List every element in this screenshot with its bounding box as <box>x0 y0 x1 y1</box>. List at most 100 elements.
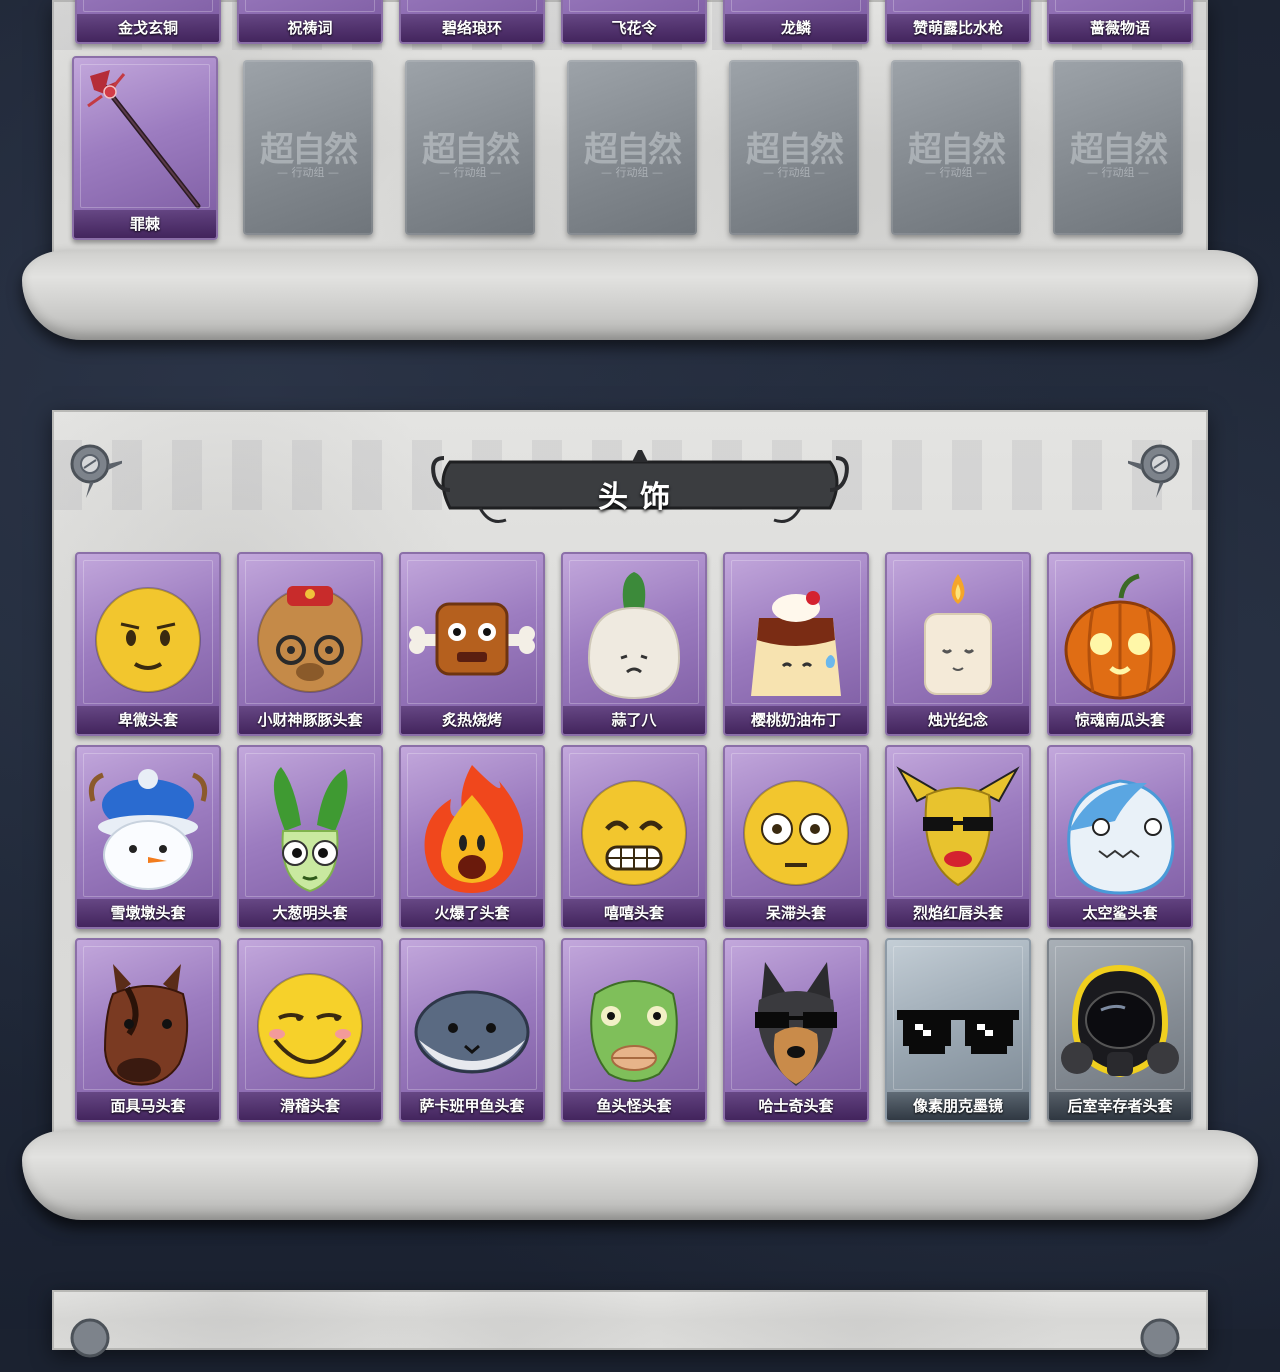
item-label: 金戈玄铜 <box>77 14 219 42</box>
head-item-card[interactable]: 滑稽头套 <box>237 938 383 1122</box>
head-item-card[interactable]: 后室幸存者头套 <box>1047 938 1193 1122</box>
head-item-card[interactable]: 小财神豚豚头套 <box>237 552 383 736</box>
next-corner-ornament-icon <box>70 1318 110 1358</box>
placeholder-sub: — 行动组 — <box>277 166 339 179</box>
item-label: 鱼头怪头套 <box>563 1092 705 1120</box>
sad-smiley-head-icon <box>83 568 213 712</box>
item-label: 蒜了八 <box>563 706 705 734</box>
spear-icon <box>87 70 201 209</box>
item-label: 像素朋克墨镜 <box>887 1092 1029 1120</box>
pumpkin-head-icon <box>1055 568 1185 712</box>
section-title-banner: 头饰 <box>430 446 850 530</box>
placeholder-sub: — 行动组 — <box>763 166 825 179</box>
item-label: 赞萌露比水枪 <box>887 14 1029 42</box>
item-label: 太空鲨头套 <box>1049 899 1191 927</box>
item-label: 卑微头套 <box>77 706 219 734</box>
item-card-top-6[interactable]: 蔷薇物语 <box>1047 0 1193 44</box>
shark-head-icon <box>1055 761 1185 905</box>
husky-head-icon <box>731 954 861 1098</box>
item-label: 哈士奇头套 <box>725 1092 867 1120</box>
right-corner-ornament-icon <box>1128 444 1180 498</box>
item-card-top-5[interactable]: 赞萌露比水枪 <box>885 0 1031 44</box>
yellow-mask-head-icon <box>893 761 1023 905</box>
placeholder-sub: — 行动组 — <box>1087 166 1149 179</box>
green-fishman-head-icon <box>569 954 699 1098</box>
placeholder-sub: — 行动组 — <box>439 166 501 179</box>
item-label: 罪棘 <box>74 210 216 238</box>
head-item-card[interactable]: 烈焰红唇头套 <box>885 745 1031 929</box>
item-card-top-2[interactable]: 碧络琅环 <box>399 0 545 44</box>
head-item-card[interactable]: 大葱明头套 <box>237 745 383 929</box>
meat-bone-head-icon <box>407 568 537 712</box>
next-corner-ornament-right-icon <box>1140 1318 1180 1358</box>
item-label: 烛光纪念 <box>887 706 1029 734</box>
head-item-card[interactable]: 蒜了八 <box>561 552 707 736</box>
gas-mask-helmet-icon <box>1055 954 1185 1098</box>
pudding-head-icon <box>731 568 861 712</box>
capybara-head-icon <box>245 568 375 712</box>
garlic-head-icon <box>569 568 699 712</box>
item-label: 面具马头套 <box>77 1092 219 1120</box>
item-label: 龙鳞 <box>725 14 867 42</box>
locked-placeholder-card: 超自然 — 行动组 — <box>1053 60 1183 235</box>
locked-placeholder-card: 超自然 — 行动组 — <box>567 60 697 235</box>
head-item-card[interactable]: 鱼头怪头套 <box>561 938 707 1122</box>
candle-head-icon <box>893 568 1023 712</box>
item-label: 滑稽头套 <box>239 1092 381 1120</box>
head-item-card[interactable]: 嘻嘻头套 <box>561 745 707 929</box>
item-label: 飞花令 <box>563 14 705 42</box>
head-item-card[interactable]: 面具马头套 <box>75 938 221 1122</box>
placeholder-sub: — 行动组 — <box>925 166 987 179</box>
locked-placeholder-card: 超自然 — 行动组 — <box>729 60 859 235</box>
head-item-card[interactable]: 雪墩墩头套 <box>75 745 221 929</box>
item-label: 祝祷词 <box>239 14 381 42</box>
scroll-bottom-roll-2 <box>22 1130 1258 1220</box>
item-label: 嘻嘻头套 <box>563 899 705 927</box>
fire-head-icon <box>407 761 537 905</box>
scroll-bottom-roll <box>22 250 1258 340</box>
item-card-top-0[interactable]: 金戈玄铜 <box>75 0 221 44</box>
head-item-card[interactable]: 像素朋克墨镜 <box>885 938 1031 1122</box>
item-label: 大葱明头套 <box>239 899 381 927</box>
item-label: 惊魂南瓜头套 <box>1049 706 1191 734</box>
head-item-card[interactable]: 哈士奇头套 <box>723 938 869 1122</box>
scallion-head-icon <box>245 761 375 905</box>
item-label: 烈焰红唇头套 <box>887 899 1029 927</box>
item-label: 樱桃奶油布丁 <box>725 706 867 734</box>
item-label: 碧络琅环 <box>401 14 543 42</box>
next-parchment-panel <box>52 1290 1208 1350</box>
head-item-card[interactable]: 樱桃奶油布丁 <box>723 552 869 736</box>
item-card-zuiji[interactable]: 罪棘 <box>72 56 218 240</box>
snowman-head-icon <box>83 761 213 905</box>
pixel-sunglasses-icon <box>893 954 1023 1098</box>
item-label: 小财神豚豚头套 <box>239 706 381 734</box>
head-item-card[interactable]: 火爆了头套 <box>399 745 545 929</box>
head-item-card[interactable]: 烛光纪念 <box>885 552 1031 736</box>
item-label: 蔷薇物语 <box>1049 14 1191 42</box>
item-label: 火爆了头套 <box>401 899 543 927</box>
funny-smiley-head-icon <box>245 954 375 1098</box>
item-card-top-4[interactable]: 龙鳞 <box>723 0 869 44</box>
locked-placeholder-card: 超自然 — 行动组 — <box>891 60 1021 235</box>
head-item-card[interactable]: 炙热烧烤 <box>399 552 545 736</box>
fish-head-icon <box>407 954 537 1098</box>
item-label: 炙热烧烤 <box>401 706 543 734</box>
item-label: 后室幸存者头套 <box>1049 1092 1191 1120</box>
item-label: 萨卡班甲鱼头套 <box>401 1092 543 1120</box>
item-label: 雪墩墩头套 <box>77 899 219 927</box>
head-item-card[interactable]: 卑微头套 <box>75 552 221 736</box>
horse-head-icon <box>83 954 213 1098</box>
item-label: 呆滞头套 <box>725 899 867 927</box>
item-card-top-3[interactable]: 飞花令 <box>561 0 707 44</box>
head-item-card[interactable]: 惊魂南瓜头套 <box>1047 552 1193 736</box>
head-item-card[interactable]: 太空鲨头套 <box>1047 745 1193 929</box>
blank-stare-head-icon <box>731 761 861 905</box>
item-card-top-1[interactable]: 祝祷词 <box>237 0 383 44</box>
section-title: 头饰 <box>598 480 682 515</box>
left-corner-ornament-icon <box>70 444 122 498</box>
head-item-card[interactable]: 呆滞头套 <box>723 745 869 929</box>
locked-placeholder-card: 超自然 — 行动组 — <box>405 60 535 235</box>
grin-smiley-head-icon <box>569 761 699 905</box>
head-item-card[interactable]: 萨卡班甲鱼头套 <box>399 938 545 1122</box>
locked-placeholder-card: 超自然 — 行动组 — <box>243 60 373 235</box>
